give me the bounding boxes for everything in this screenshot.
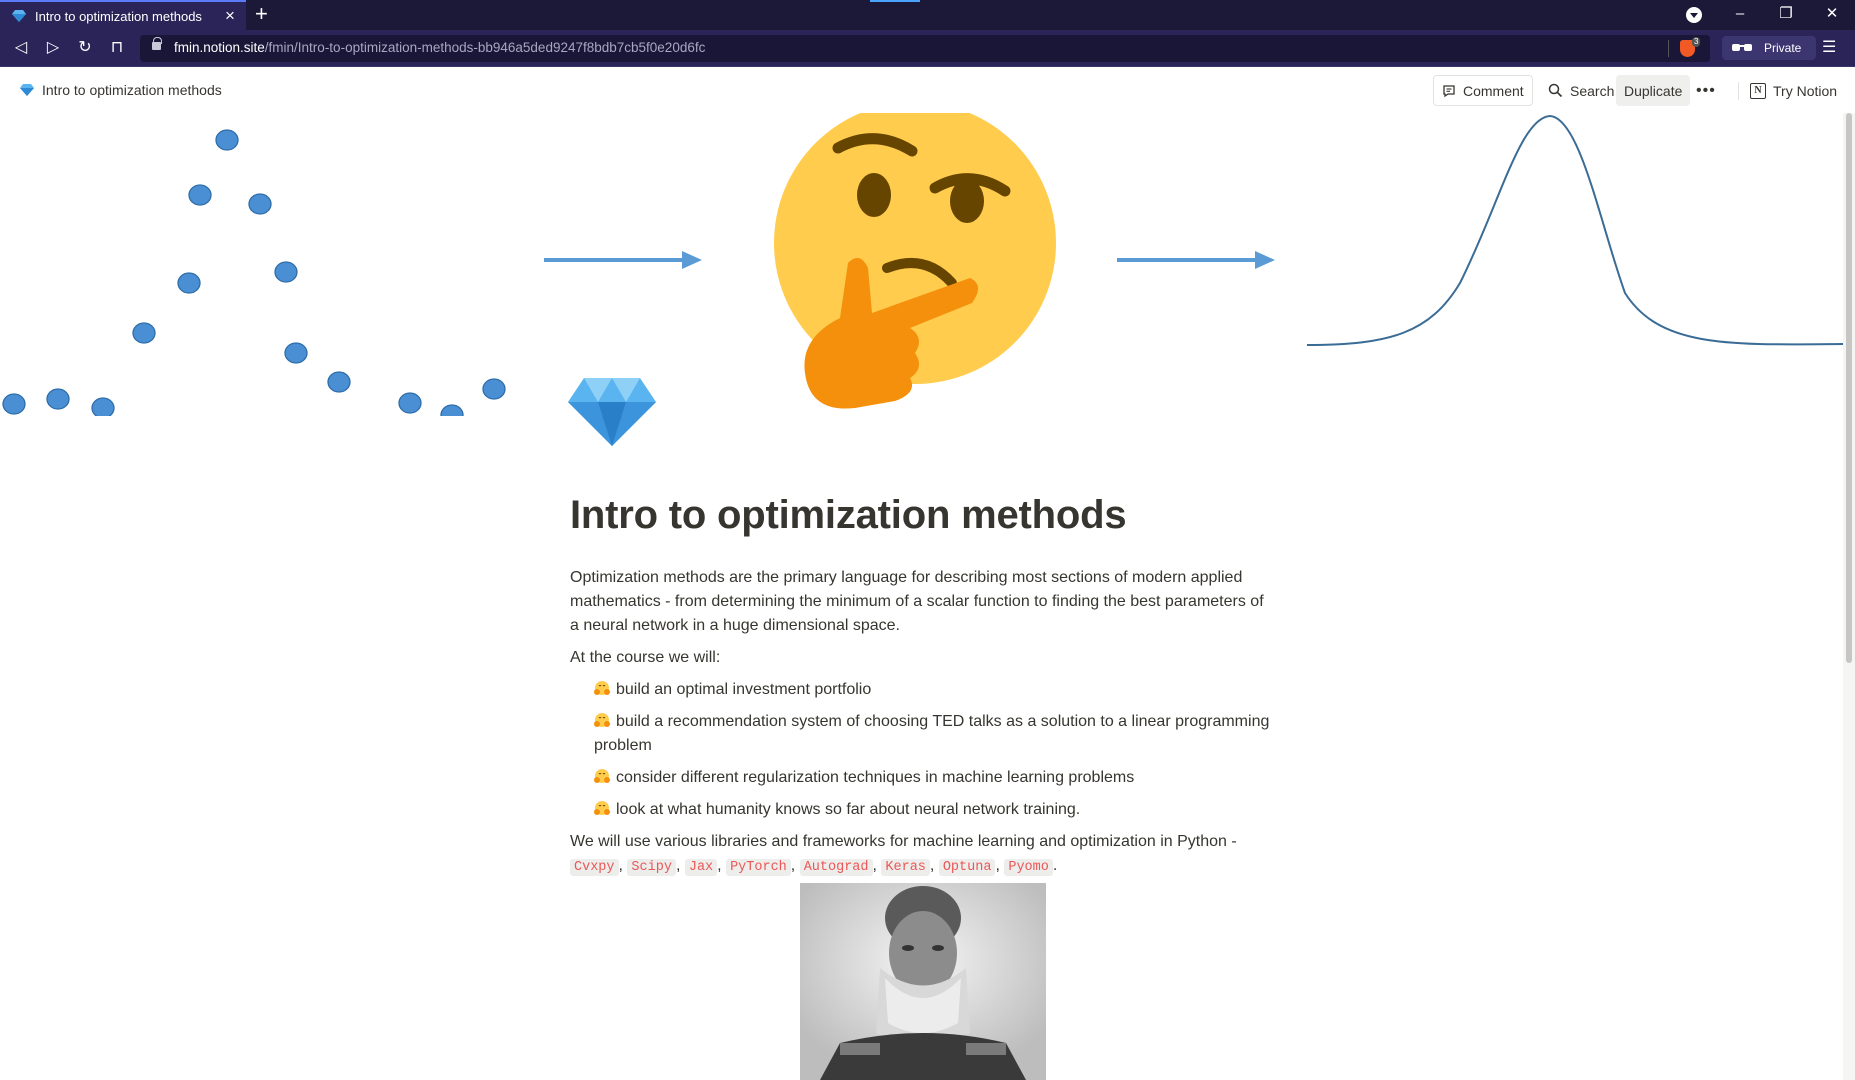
back-icon[interactable]: ◁ [10,37,32,59]
search-button[interactable]: Search [1540,75,1622,106]
private-glasses-icon [1732,44,1752,51]
separator: , [995,857,1000,874]
url-divider [1668,40,1669,57]
url-path: /fmin/Intro-to-optimization-methods-bb94… [264,40,706,55]
cover-illustration [2,113,1843,416]
page-cover [0,113,1843,416]
try-notion-button[interactable]: N Try Notion [1742,75,1845,106]
tab-title: Intro to optimization methods [35,9,202,24]
reload-icon[interactable]: ↻ [74,37,96,59]
duplicate-button[interactable]: Duplicate [1616,75,1691,106]
comment-icon [1443,84,1455,97]
download-icon[interactable] [1686,7,1702,23]
url-text[interactable]: fmin.notion.site/fmin/Intro-to-optimizat… [174,40,705,55]
separator: , [790,857,796,874]
code-jax: Jax [684,859,718,876]
code-optuna: Optuna [938,859,996,876]
hugging-face-icon [594,769,610,783]
code-cvxpy: Cvxpy [570,859,619,876]
notion-logo-icon: N [1750,82,1766,99]
tab-close-icon[interactable]: × [225,6,235,26]
bullet-text: look at what humanity knows so far about… [616,801,1081,818]
scrollbar-thumb[interactable] [1846,113,1852,663]
gem-icon[interactable] [568,376,656,448]
notion-topbar: Intro to optimization methods Comment Se… [0,68,1855,113]
tab-strip-indicator [870,0,920,2]
bullet-text: build an optimal investment portfolio [616,681,872,698]
comment-label: Comment [1463,82,1524,99]
separator: , [929,857,935,874]
private-window-badge[interactable]: Private [1722,36,1816,60]
list-item: look at what humanity knows so far about… [594,798,1276,822]
hugging-face-icon [594,713,610,727]
browser-nav-bar: ◁ ▷ ↻ ⊓ fmin.notion.site/fmin/Intro-to-o… [0,30,1855,67]
libraries-lead: We will use various libraries and framew… [570,833,1237,850]
hugging-face-icon [594,681,610,695]
duplicate-label: Duplicate [1624,82,1683,99]
search-icon [1548,83,1563,98]
separator: , [618,857,623,874]
try-notion-label: Try Notion [1773,82,1838,99]
code-pyomo: Pyomo [1004,859,1053,876]
breadcrumb[interactable]: Intro to optimization methods [20,82,222,98]
bullet-text: consider different regularization techni… [616,769,1135,786]
forward-icon[interactable]: ▷ [42,37,64,59]
comment-button[interactable]: Comment [1433,75,1533,106]
lock-icon [152,37,162,50]
course-lead: At the course we will: [570,649,721,666]
bullet-text: build a recommendation system of choosin… [594,713,1270,754]
cover-scatter [2,129,506,416]
separator: , [872,857,877,874]
list-item: build an optimal investment portfolio [594,678,1276,702]
list-item: consider different regularization techni… [594,766,1276,790]
libraries-paragraph: We will use various libraries and framew… [570,830,1276,880]
page-content: Optimization methods are the primary lan… [570,566,1276,888]
code-pytorch: PyTorch [726,859,791,876]
code-autograd: Autograd [799,859,873,876]
minimize-icon[interactable]: – [1728,5,1752,23]
breadcrumb-title: Intro to optimization methods [42,82,222,98]
topbar-divider [1738,82,1739,100]
more-icon: ••• [1696,81,1716,99]
cover-curve [1306,114,1843,346]
code-scipy: Scipy [627,859,676,876]
bookmark-icon[interactable]: ⊓ [106,37,128,59]
new-tab-icon[interactable]: + [255,2,268,26]
list-item: build a recommendation system of choosin… [594,710,1276,758]
page-title: Intro to optimization methods [570,493,1127,537]
period: . [1052,857,1058,874]
private-label: Private [1764,41,1802,55]
shield-count-badge: 3 [1692,37,1701,47]
separator: , [717,857,722,874]
search-label: Search [1570,82,1615,99]
gem-icon [20,84,34,96]
separator: , [675,857,681,874]
course-bullet-list: build an optimal investment portfolio bu… [594,678,1276,822]
url-host: fmin.notion.site [174,40,265,55]
browser-tab-bar: Intro to optimization methods × + – ❐ ✕ [0,0,1855,30]
bearded-man-portrait [800,883,1046,1080]
browser-tab[interactable]: Intro to optimization methods × [0,0,246,30]
portrait-image[interactable] [800,883,1046,1080]
close-window-icon[interactable]: ✕ [1820,5,1844,23]
thinking-face-icon [774,113,1056,409]
intro-paragraph: Optimization methods are the primary lan… [570,569,1264,634]
gem-icon [12,10,26,22]
cover-arrow-left [544,251,702,269]
code-keras: Keras [881,859,930,876]
more-options-button[interactable]: ••• [1688,75,1724,106]
address-bar[interactable]: fmin.notion.site/fmin/Intro-to-optimizat… [140,35,1710,62]
browser-menu-icon[interactable]: ☰ [1822,37,1836,59]
restore-icon[interactable]: ❐ [1774,5,1798,23]
cover-arrow-right [1117,251,1275,269]
hugging-face-icon [594,801,610,815]
